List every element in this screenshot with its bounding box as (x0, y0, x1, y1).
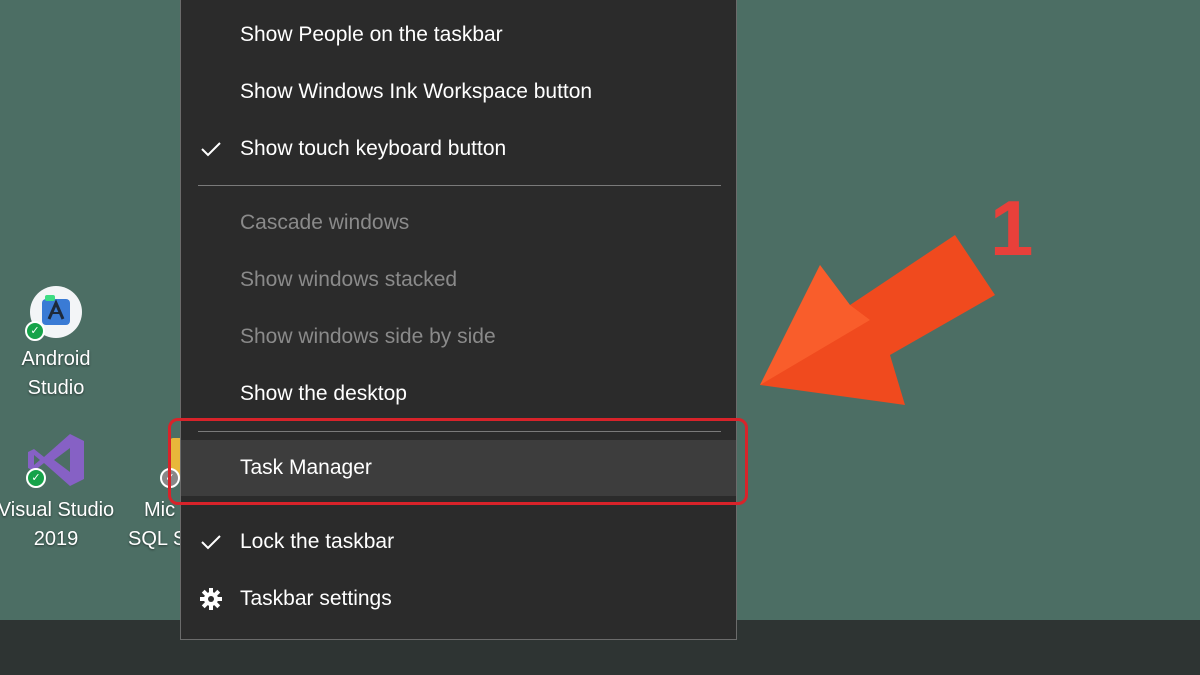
menu-item-label: Show touch keyboard button (240, 137, 507, 160)
desktop-icon-visual-studio[interactable]: ✓ Visual Studio 2019 (0, 430, 116, 554)
desktop-icon-label: Android (21, 348, 91, 370)
menu-item-taskbar-settings[interactable]: Taskbar settings (181, 571, 736, 627)
annotation-step-number: 1 (990, 184, 1034, 272)
android-studio-icon: ✓ (25, 285, 83, 341)
sync-check-icon: ✓ (26, 468, 46, 488)
menu-separator (198, 185, 721, 186)
menu-item-label: Cascade windows (240, 211, 410, 234)
menu-item-show-windows-side-by-side: Show windows side by side (181, 309, 736, 365)
menu-item-label: Taskbar settings (240, 587, 392, 610)
annotation-highlight-box (168, 418, 748, 505)
desktop-icon-label: Visual Studio (0, 499, 115, 521)
visual-studio-icon: ✓ (26, 430, 86, 490)
menu-item-show-people[interactable]: Show People on the taskbar (181, 7, 736, 63)
menu-item-show-windows-stacked: Show windows stacked (181, 252, 736, 308)
menu-item-label: Show People on the taskbar (240, 23, 503, 46)
menu-item-show-ink-workspace[interactable]: Show Windows Ink Workspace button (181, 64, 736, 120)
desktop-icon-label: Studio (27, 377, 85, 399)
menu-item-label: Lock the taskbar (240, 530, 395, 553)
menu-item-show-desktop[interactable]: Show the desktop (181, 366, 736, 422)
menu-item-show-touch-keyboard[interactable]: Show touch keyboard button (181, 121, 736, 177)
desktop-icon-label: 2019 (33, 528, 79, 550)
gear-icon (200, 588, 222, 610)
menu-item-label: Show windows stacked (240, 268, 458, 291)
menu-item-lock-taskbar[interactable]: Lock the taskbar (181, 514, 736, 570)
menu-item-label: Show Windows Ink Workspace button (240, 80, 593, 103)
sync-check-icon: ✓ (25, 321, 45, 341)
menu-item-label: Show windows side by side (240, 325, 496, 348)
taskbar-context-menu: Show People on the taskbar Show Windows … (180, 0, 737, 640)
desktop-icon-android-studio[interactable]: ✓ Android Studio (8, 285, 104, 403)
menu-item-cascade-windows: Cascade windows (181, 195, 736, 251)
checkmark-icon (201, 142, 221, 157)
checkmark-icon (201, 535, 221, 550)
annotation-arrow-icon (760, 235, 995, 405)
menu-item-label: Show the desktop (240, 382, 407, 405)
